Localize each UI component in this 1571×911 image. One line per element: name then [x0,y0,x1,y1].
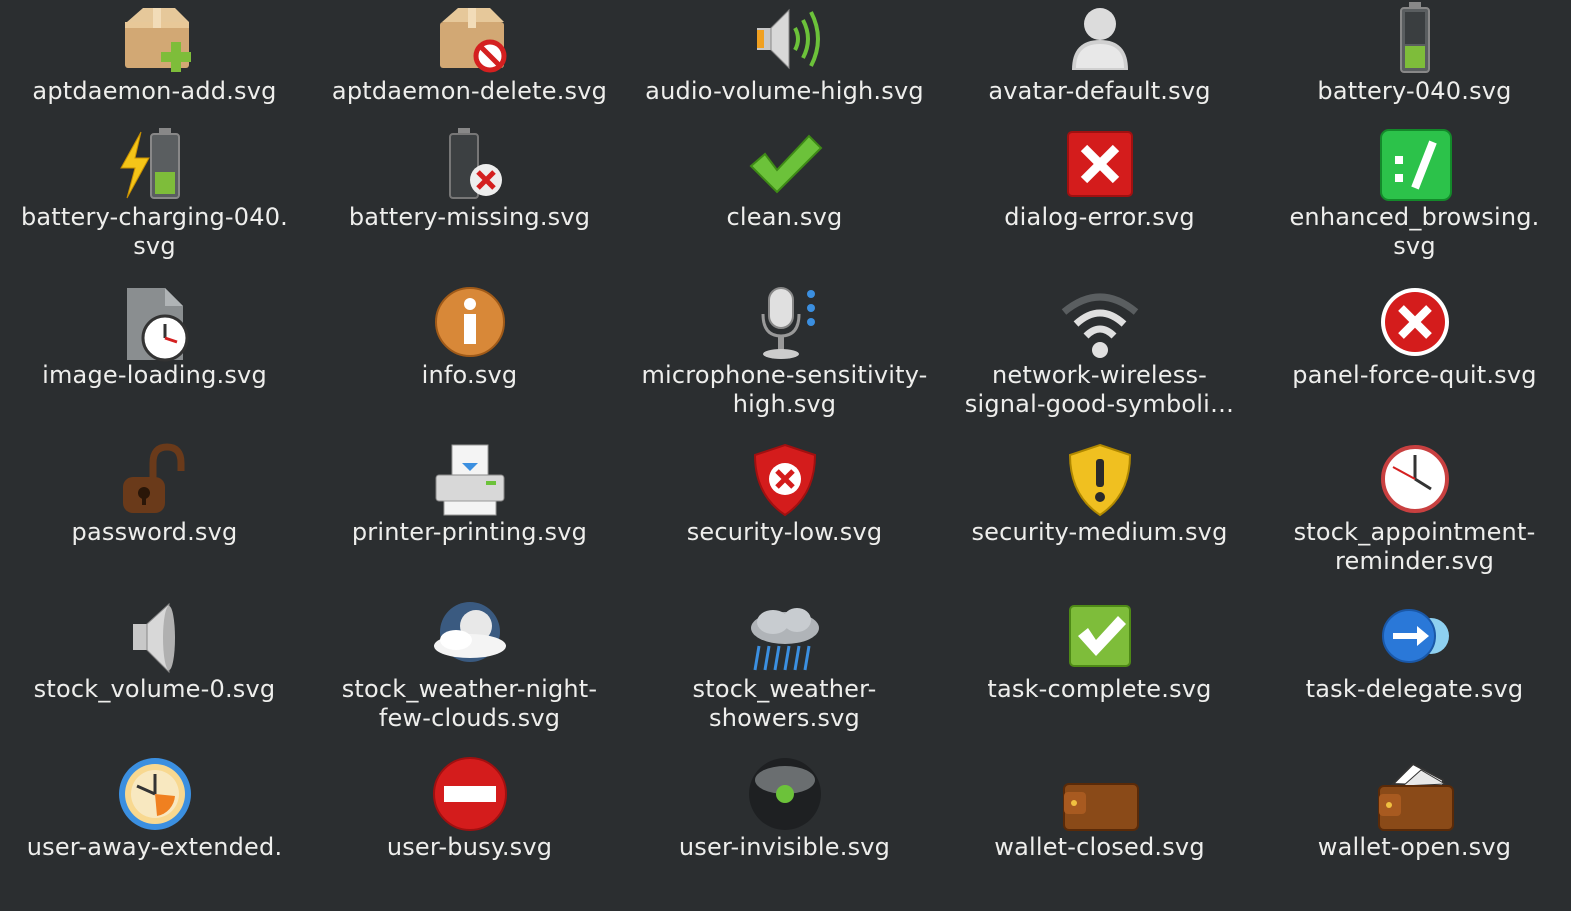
icon-item[interactable]: stock_weather-night- few-clouds.svg [312,596,627,753]
wallet-closed-icon [1058,756,1142,836]
package-delete-icon [428,0,512,80]
icon-item[interactable]: user-invisible.svg [627,754,942,911]
icon-label: wallet-open.svg [1317,833,1512,861]
icon-item[interactable]: enhanced_browsing. svg [1257,124,1571,281]
icon-grid: aptdaemon-add.svg aptdaemon-delete.svg a… [0,0,1571,877]
icon-label: user-busy.svg [386,833,553,861]
force-quit-icon [1373,284,1457,364]
icon-item[interactable]: panel-force-quit.svg [1257,282,1571,439]
icon-item[interactable]: wallet-closed.svg [942,754,1257,911]
icon-item[interactable]: stock_weather- showers.svg [627,596,942,753]
avatar-icon [1058,0,1142,80]
checkmark-icon [743,126,827,206]
icon-label: security-medium.svg [971,518,1228,546]
icon-label: user-away-extended. [26,833,283,861]
battery-missing-icon [428,126,512,206]
icon-item[interactable]: security-low.svg [627,439,942,596]
task-complete-icon [1058,598,1142,678]
icon-label: network-wireless- signal-good-symboli… [964,361,1235,418]
night-clouds-icon [428,598,512,678]
info-icon [428,284,512,364]
icon-item[interactable]: microphone-sensitivity- high.svg [627,282,942,439]
icon-item[interactable]: dialog-error.svg [942,124,1257,281]
icon-label: stock_weather-night- few-clouds.svg [341,675,598,732]
icon-label: stock_volume-0.svg [33,675,276,703]
wallet-open-icon [1373,756,1457,836]
icon-label: task-delegate.svg [1305,675,1524,703]
icon-item[interactable]: printer-printing.svg [312,439,627,596]
wifi-icon [1058,284,1142,364]
icon-label: dialog-error.svg [1004,203,1195,231]
icon-item[interactable]: info.svg [312,282,627,439]
battery-icon [1373,0,1457,80]
speaker-mute-icon [113,598,197,678]
microphone-icon [743,284,827,364]
user-busy-icon [428,756,512,836]
icon-label: audio-volume-high.svg [645,77,924,105]
icon-item[interactable]: user-away-extended. [0,754,312,911]
error-x-icon [1058,126,1142,206]
icon-label: enhanced_browsing. svg [1289,203,1540,260]
icon-label: aptdaemon-add.svg [32,77,277,105]
battery-charging-icon [113,126,197,206]
package-add-icon [113,0,197,80]
icon-label: clean.svg [726,203,843,231]
icon-item[interactable]: battery-missing.svg [312,124,627,281]
enhanced-browsing-icon [1373,126,1457,206]
padlock-icon [113,441,197,521]
icon-item[interactable]: task-complete.svg [942,596,1257,753]
icon-item[interactable]: image-loading.svg [0,282,312,439]
task-delegate-icon [1373,598,1457,678]
icon-item[interactable]: user-busy.svg [312,754,627,911]
icon-label: info.svg [421,361,518,389]
icon-label: password.svg [71,518,238,546]
icon-label: user-invisible.svg [678,833,891,861]
shield-low-icon [743,441,827,521]
icon-item[interactable]: task-delegate.svg [1257,596,1571,753]
icon-item[interactable]: clean.svg [627,124,942,281]
icon-label: security-low.svg [686,518,883,546]
clock-icon [1373,441,1457,521]
icon-item[interactable]: network-wireless- signal-good-symboli… [942,282,1257,439]
user-invisible-icon [743,756,827,836]
icon-item[interactable]: stock_volume-0.svg [0,596,312,753]
icon-label: battery-040.svg [1317,77,1512,105]
rain-cloud-icon [743,598,827,678]
shield-medium-icon [1058,441,1142,521]
printer-icon [428,441,512,521]
icon-label: stock_appointment- reminder.svg [1293,518,1536,575]
icon-label: battery-charging-040. svg [20,203,289,260]
icon-label: stock_weather- showers.svg [692,675,877,732]
icon-label: wallet-closed.svg [994,833,1205,861]
icon-label: task-complete.svg [987,675,1212,703]
icon-item[interactable]: battery-charging-040. svg [0,124,312,281]
icon-label: printer-printing.svg [351,518,588,546]
icon-label: image-loading.svg [42,361,267,389]
icon-label: battery-missing.svg [348,203,591,231]
icon-label: panel-force-quit.svg [1292,361,1537,389]
user-away-icon [113,756,197,836]
icon-label: avatar-default.svg [988,77,1211,105]
icon-item[interactable]: stock_appointment- reminder.svg [1257,439,1571,596]
icon-item[interactable]: security-medium.svg [942,439,1257,596]
icon-item[interactable]: wallet-open.svg [1257,754,1571,911]
icon-item[interactable]: password.svg [0,439,312,596]
icon-label: microphone-sensitivity- high.svg [641,361,928,418]
speaker-high-icon [743,0,827,80]
image-loading-icon [113,284,197,364]
icon-label: aptdaemon-delete.svg [331,77,608,105]
